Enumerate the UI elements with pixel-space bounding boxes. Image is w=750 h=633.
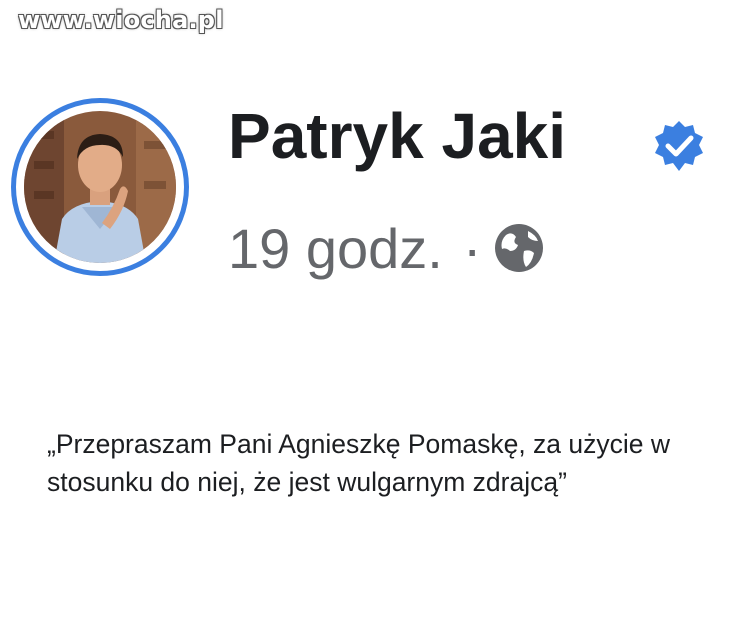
- avatar-photo: [24, 111, 176, 263]
- verified-badge-icon: [655, 121, 703, 171]
- author-name[interactable]: Patryk Jaki: [228, 104, 566, 168]
- watermark-logo: www.wiocha.pl: [18, 6, 224, 34]
- meta-separator: ·: [462, 216, 482, 280]
- profile-avatar[interactable]: [11, 98, 189, 276]
- post-timestamp[interactable]: 19 godz.: [228, 216, 443, 281]
- globe-icon[interactable]: [492, 221, 546, 275]
- post-meta: 19 godz. ·: [228, 216, 546, 281]
- post-text: „Przepraszam Pani Agnieszkę Pomaskę, za …: [47, 429, 671, 497]
